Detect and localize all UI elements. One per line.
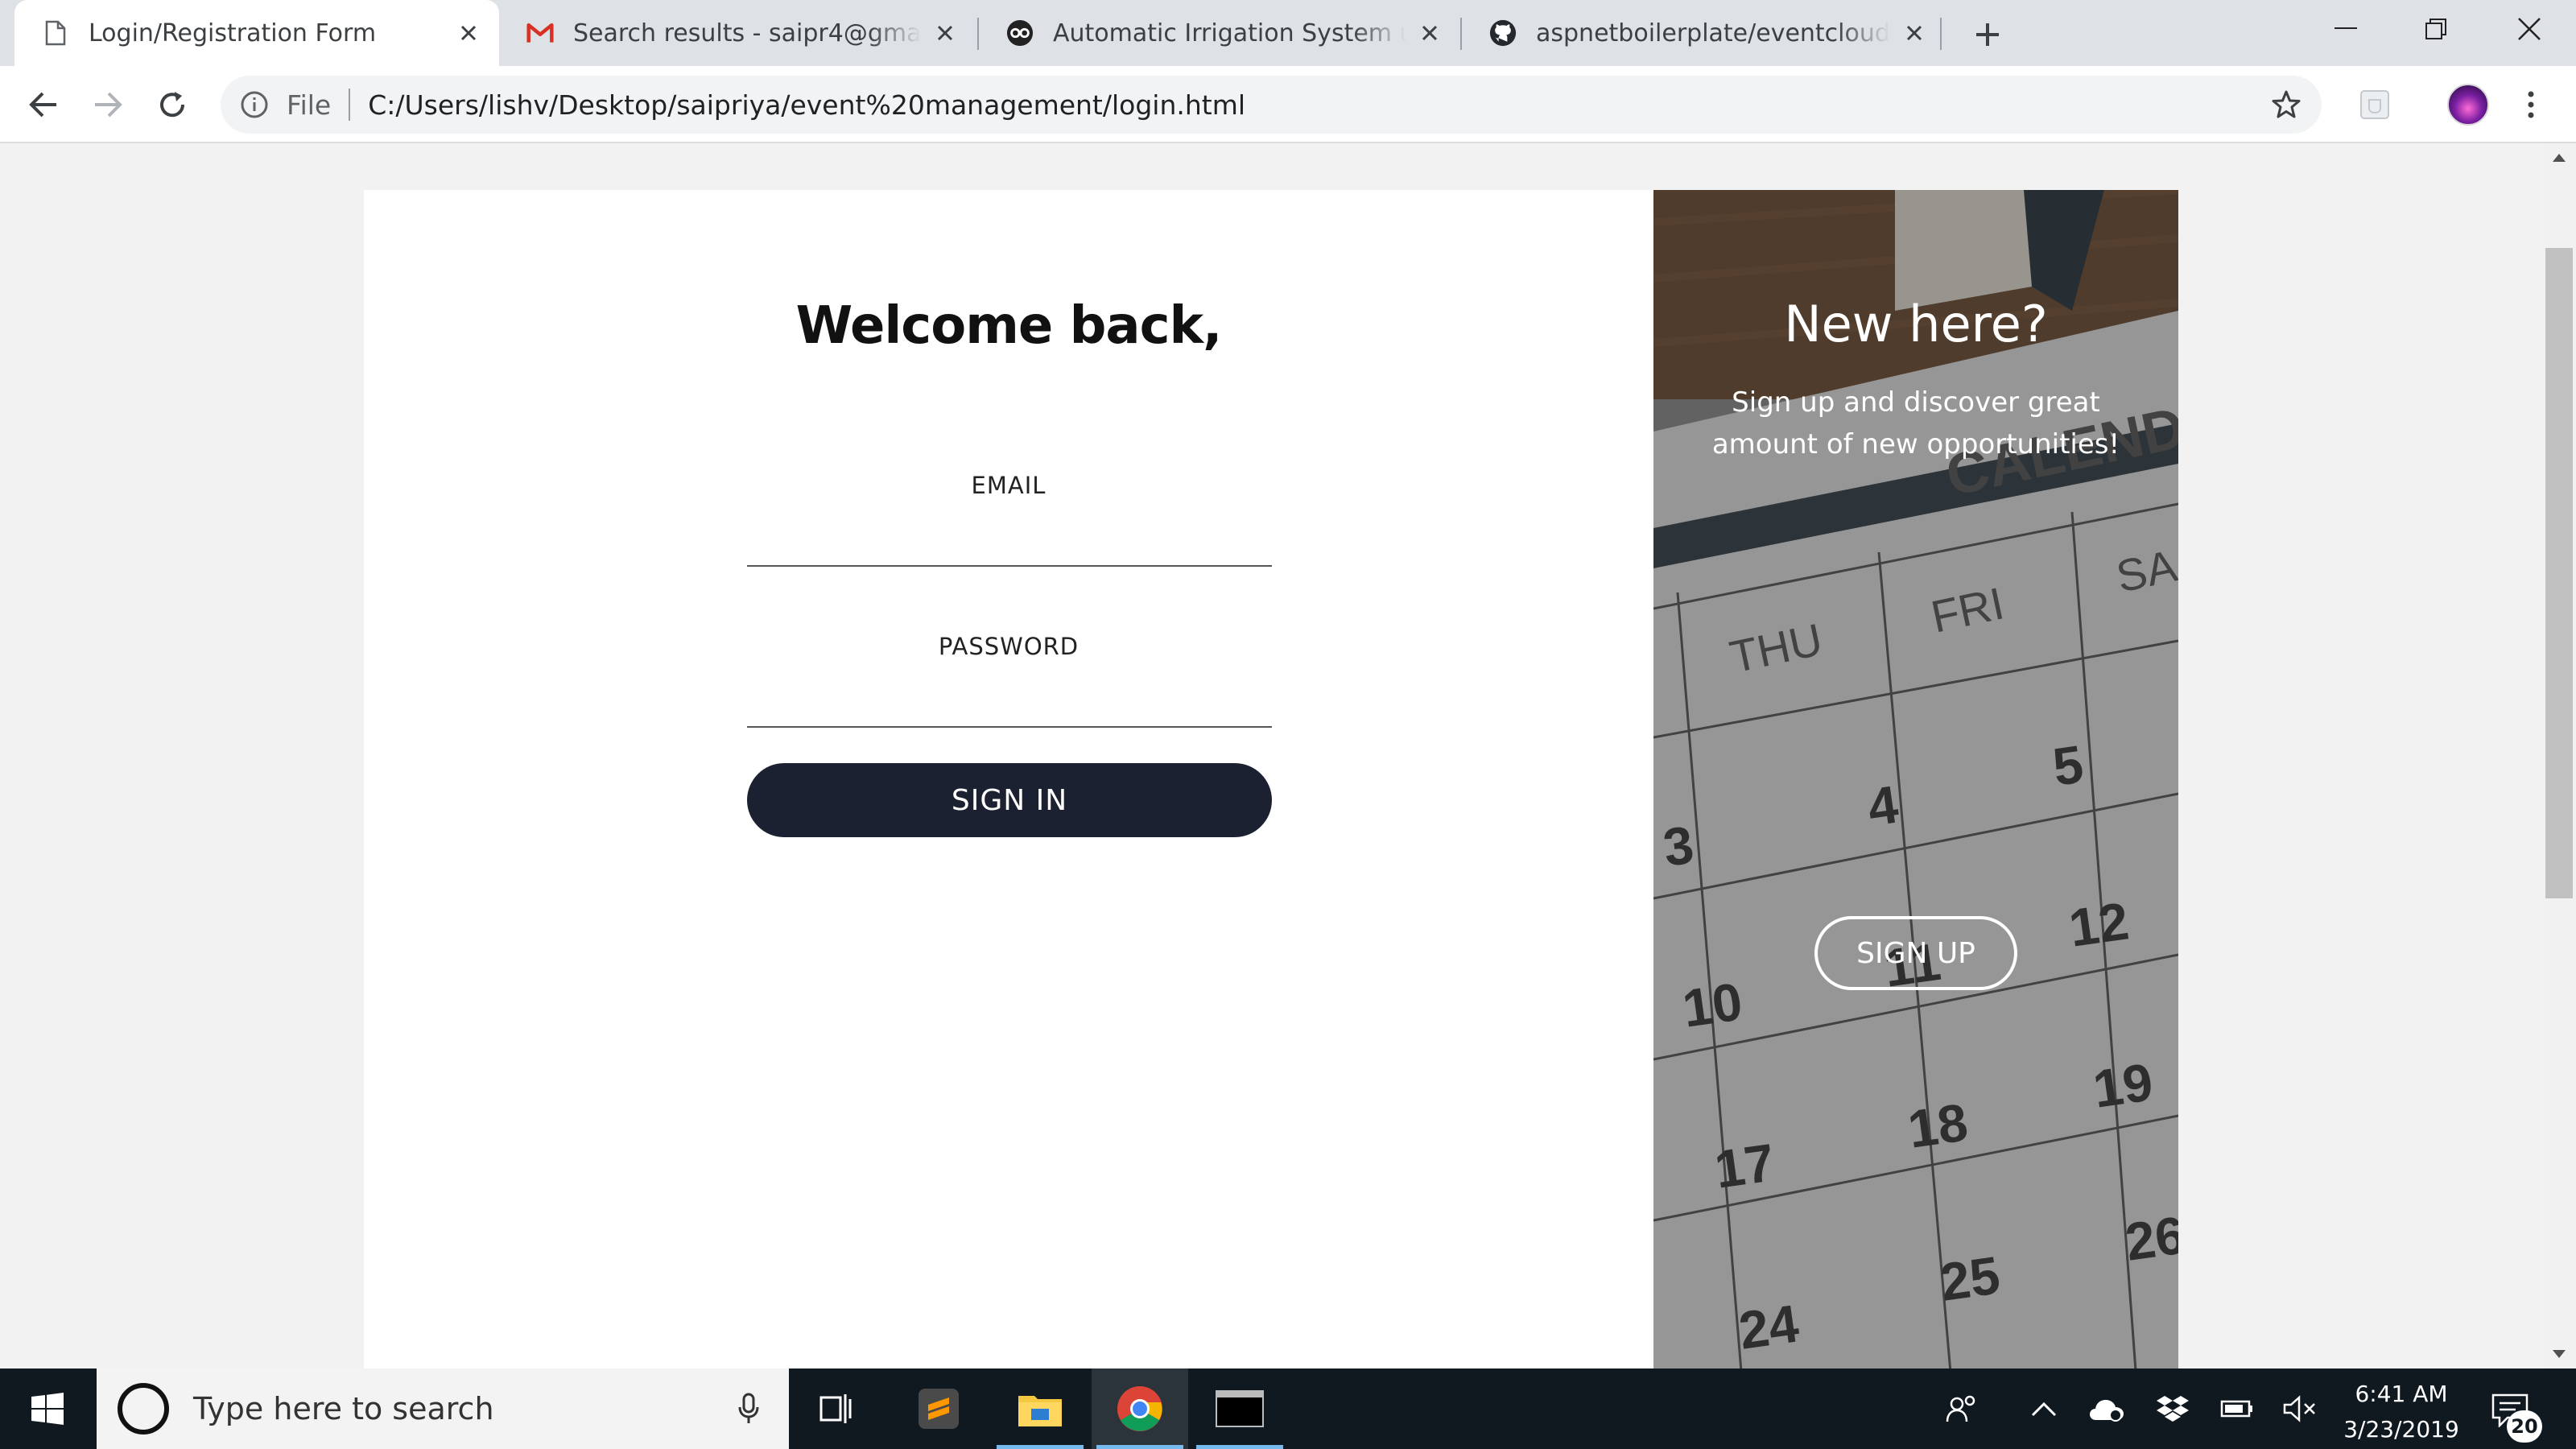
microphone-icon[interactable] [733,1391,765,1426]
welcome-heading: Welcome back, [795,296,1223,356]
tab-title: Automatic Irrigation System using Arduin… [1053,19,1406,47]
browser-toolbar: File C:/Users/lishv/Desktop/saipriya/eve… [0,66,2576,143]
new-tab-plus-icon[interactable] [1967,14,2008,55]
instructables-icon [1006,19,1034,47]
battery-icon[interactable] [2219,1391,2256,1426]
address-bar[interactable]: File C:/Users/lishv/Desktop/saipriya/eve… [221,76,2322,134]
volume-muted-icon[interactable] [2281,1391,2318,1426]
scrollbar-thumb[interactable] [2545,248,2573,898]
page-scrollbar[interactable] [2542,143,2576,1368]
signup-promo-text: Sign up and discover great amount of new… [1711,386,2120,460]
signin-form-panel: Welcome back, EMAIL PASSWORD SIGN IN [364,190,1653,1368]
windows-start-icon[interactable] [0,1368,95,1449]
restore-icon[interactable] [2394,0,2478,58]
close-icon[interactable] [1898,17,1930,49]
chrome-icon[interactable] [1092,1368,1188,1449]
sign-in-button[interactable]: SIGN IN [747,763,1272,837]
scroll-up-arrow-icon[interactable] [2549,148,2569,167]
email-label: EMAIL [971,472,1046,499]
url-scheme-label: File [287,89,332,121]
close-icon[interactable] [452,17,485,49]
file-explorer-icon[interactable] [992,1368,1088,1449]
close-icon[interactable] [929,17,961,49]
login-registration-card: Welcome back, EMAIL PASSWORD SIGN IN CAL… [364,190,2178,1368]
github-icon [1489,19,1517,47]
tab-title: aspnetboilerplate/eventcloud: Sample Saa… [1536,19,1890,47]
more-menu-icon[interactable] [2515,85,2547,124]
reload-icon[interactable] [150,82,195,127]
notification-count-badge: 20 [2507,1410,2542,1443]
extension-icon[interactable] [2355,85,2394,124]
browser-tab-strip: Login/Registration Form Search results -… [0,0,2576,66]
windows-taskbar: Type here to search 6:41 AM 3/23/2019 20 [0,1368,2576,1449]
people-icon[interactable] [1943,1391,1980,1426]
tab-title: Search results - saipr4@gmail.com - Gmai… [573,19,921,47]
forward-arrow-icon[interactable] [85,82,130,127]
show-hidden-icons-chevron-up-icon[interactable] [2025,1391,2062,1426]
page-icon [42,19,69,47]
page-viewport: Welcome back, EMAIL PASSWORD SIGN IN CAL… [0,143,2542,1368]
close-window-icon[interactable] [2487,0,2571,58]
clock-date: 3/23/2019 [2343,1416,2459,1443]
tab-separator [1940,18,1942,50]
gmail-icon [526,19,554,47]
tab-gmail-search[interactable]: Search results - saipr4@gmail.com - Gmai… [499,0,976,66]
bookmark-star-icon[interactable] [2270,89,2302,121]
scroll-down-arrow-icon[interactable] [2549,1344,2569,1364]
info-icon[interactable] [238,89,270,121]
tab-eventcloud-github[interactable]: aspnetboilerplate/eventcloud: Sample Saa… [1462,0,1945,66]
task-view-icon[interactable] [789,1368,886,1449]
back-arrow-icon[interactable] [21,82,66,127]
taskbar-search-box[interactable]: Type here to search [97,1368,789,1449]
active-app-underline [997,1445,1084,1449]
close-icon[interactable] [1414,17,1446,49]
active-app-underline [1196,1445,1283,1449]
password-label: PASSWORD [938,633,1080,660]
cortana-icon[interactable] [118,1383,169,1435]
new-here-heading: New here? [1784,295,2048,353]
terminal-icon[interactable] [1191,1368,1288,1449]
profile-avatar[interactable] [2447,84,2489,126]
tab-title: Login/Registration Form [89,19,377,47]
signup-promo-panel: CALEND THU FRI SA 3 4 5 10 11 12 17 18 1… [1653,190,2178,1368]
tab-irrigation-system[interactable]: Automatic Irrigation System using Arduin… [979,0,1460,66]
panel-dark-overlay [1653,190,2178,1368]
password-field[interactable] [747,683,1272,728]
minimize-icon[interactable] [2304,0,2388,58]
tab-login-registration-form[interactable]: Login/Registration Form [14,0,499,66]
active-app-underline [1096,1445,1183,1449]
dropbox-icon[interactable] [2154,1391,2191,1426]
sign-up-button[interactable]: SIGN UP [1814,916,2017,990]
clock-time: 6:41 AM [2355,1381,2448,1407]
onedrive-cloud-icon[interactable] [2088,1391,2125,1426]
omnibox-divider [349,89,351,121]
search-placeholder: Type here to search [193,1391,494,1426]
sublime-text-icon[interactable] [890,1368,987,1449]
email-field[interactable] [747,522,1272,567]
taskbar-clock[interactable]: 6:41 AM 3/23/2019 [2333,1377,2470,1447]
url-text[interactable]: C:/Users/lishv/Desktop/saipriya/event%20… [368,89,1245,121]
